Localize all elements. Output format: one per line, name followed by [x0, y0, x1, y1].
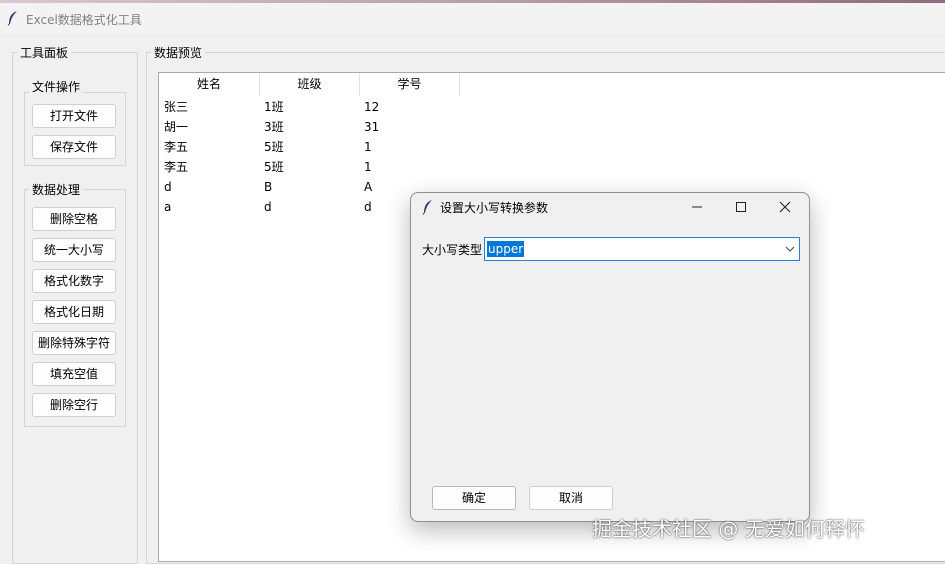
- cell-name: 李五: [164, 160, 189, 174]
- unify-case-button[interactable]: 统一大小写: [32, 238, 116, 262]
- ok-button[interactable]: 确定: [432, 486, 516, 510]
- minimize-icon: [692, 206, 702, 208]
- cell-id: 31: [364, 120, 380, 134]
- cell-name: 张三: [164, 100, 189, 114]
- column-header-id[interactable]: 学号: [360, 73, 460, 96]
- cell-class: 5班: [264, 160, 284, 174]
- maximize-button[interactable]: [719, 193, 763, 221]
- preview-title: 数据预览: [151, 44, 206, 61]
- feather-icon: [422, 200, 432, 215]
- cancel-button[interactable]: 取消: [529, 486, 613, 510]
- chevron-down-icon[interactable]: [785, 241, 795, 257]
- feather-icon: [7, 11, 17, 26]
- cell-class: 1班: [264, 100, 284, 114]
- window-title: Excel数据格式化工具: [26, 13, 142, 27]
- cell-id: 12: [364, 100, 380, 114]
- column-header-class[interactable]: 班级: [260, 73, 360, 96]
- table-row[interactable]: 李五 5班 1: [159, 157, 459, 177]
- cell-id: 1: [364, 160, 372, 174]
- data-ops-title: 数据处理: [29, 181, 84, 198]
- open-file-button[interactable]: 打开文件: [32, 104, 116, 128]
- format-date-button[interactable]: 格式化日期: [32, 300, 116, 324]
- cell-class: 5班: [264, 140, 284, 154]
- cell-id: 1: [364, 140, 372, 154]
- cell-id: A: [364, 180, 373, 194]
- case-type-value: upper: [487, 241, 525, 257]
- file-ops-title: 文件操作: [29, 78, 84, 95]
- table-row[interactable]: 李五 5班 1: [159, 137, 459, 157]
- case-conversion-dialog: 设置大小写转换参数 大小写类型 upper 确定 取消: [410, 192, 810, 522]
- cell-name: a: [164, 200, 172, 214]
- close-button[interactable]: [763, 193, 807, 221]
- watermark: 掘金技术社区 @ 无爱如何释怀: [592, 517, 865, 541]
- remove-spaces-button[interactable]: 删除空格: [32, 207, 116, 231]
- maximize-icon: [736, 202, 746, 212]
- cell-id: d: [364, 200, 372, 214]
- cell-class: d: [264, 200, 272, 214]
- table-row[interactable]: 胡一 3班 31: [159, 117, 459, 137]
- table-row[interactable]: 张三 1班 12: [159, 97, 459, 117]
- fill-empty-button[interactable]: 填充空值: [32, 362, 116, 386]
- tool-panel-title: 工具面板: [17, 44, 72, 61]
- remove-special-chars-button[interactable]: 删除特殊字符: [32, 331, 116, 355]
- cell-class: 3班: [264, 120, 284, 134]
- cell-name: 李五: [164, 140, 189, 154]
- cell-name: 胡一: [164, 120, 189, 134]
- close-icon: [779, 201, 791, 213]
- column-header-name[interactable]: 姓名: [159, 73, 260, 96]
- format-number-button[interactable]: 格式化数字: [32, 269, 116, 293]
- app-titlebar: Excel数据格式化工具: [0, 3, 945, 33]
- minimize-button[interactable]: [675, 193, 719, 221]
- case-type-combobox[interactable]: upper: [484, 237, 800, 261]
- save-file-button[interactable]: 保存文件: [32, 135, 116, 159]
- remove-empty-rows-button[interactable]: 删除空行: [32, 393, 116, 417]
- cell-name: d: [164, 180, 172, 194]
- cell-class: B: [264, 180, 273, 194]
- case-type-label: 大小写类型: [422, 243, 483, 257]
- dialog-title: 设置大小写转换参数: [440, 201, 549, 215]
